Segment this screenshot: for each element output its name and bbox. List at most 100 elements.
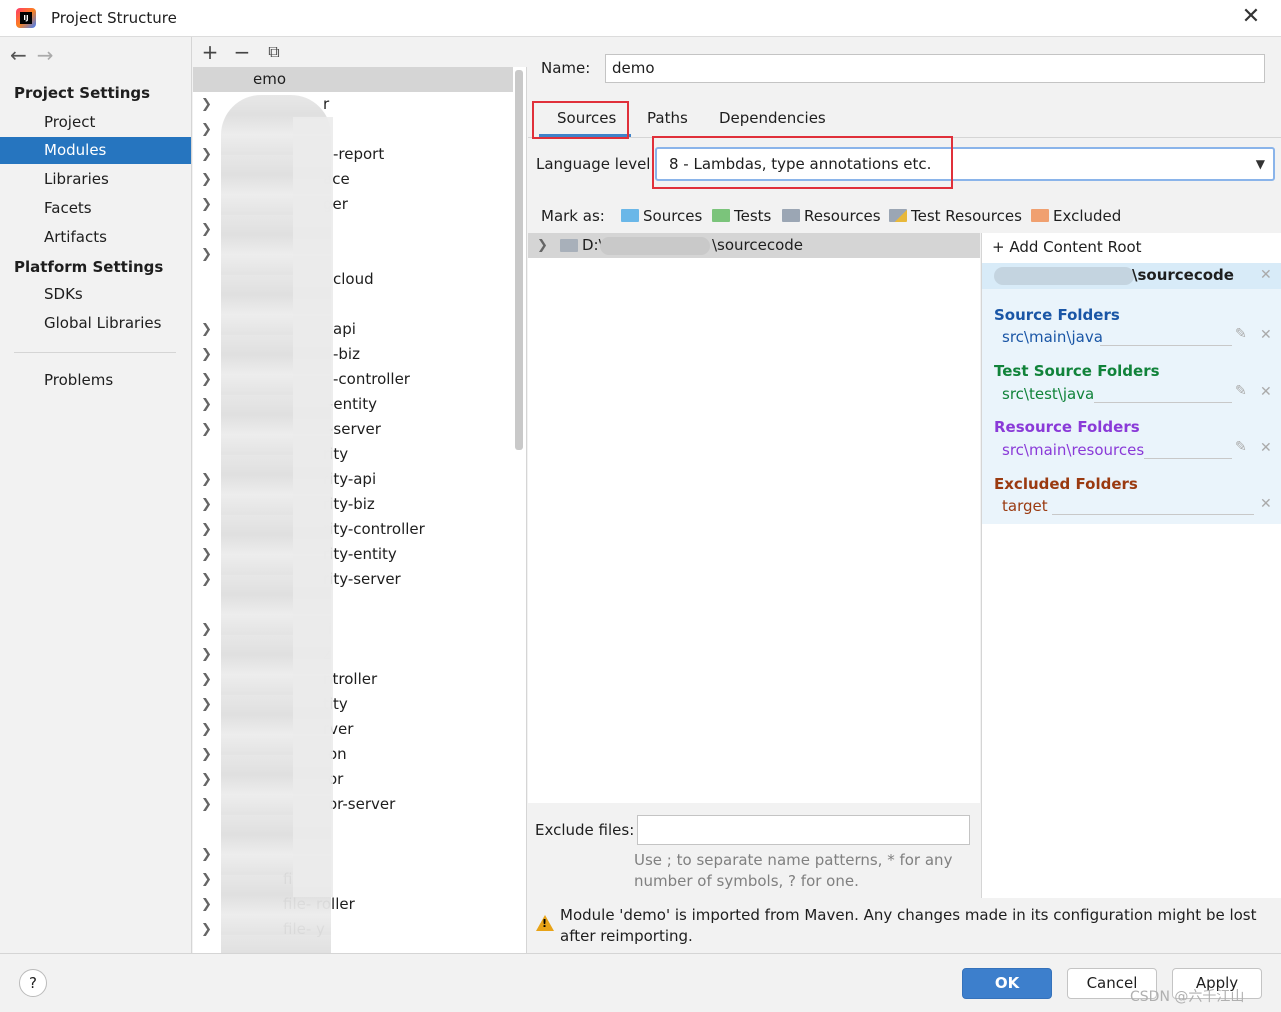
chevron-right-icon[interactable]: ❯ — [201, 217, 212, 242]
chevron-right-icon[interactable]: ❯ — [201, 667, 212, 692]
module-label: cloud — [333, 270, 374, 288]
chevron-right-icon[interactable]: ❯ — [201, 917, 212, 942]
mark-as-tests-button[interactable]: Tests — [712, 207, 771, 225]
copy-icon[interactable]: ⧉ — [263, 40, 285, 64]
watermark: CSDN @六千江山 — [1130, 989, 1245, 1005]
exclude-files-input[interactable] — [637, 815, 970, 845]
remove-root-icon[interactable]: ✕ — [1260, 267, 1272, 283]
chevron-right-icon[interactable]: ❯ — [537, 233, 548, 258]
module-row-selected[interactable]: emo — [193, 67, 513, 92]
resources-folder-icon — [782, 209, 800, 222]
mark-as-label: Mark as: — [541, 207, 605, 225]
module-label: -biz — [333, 345, 360, 363]
module-label: rity-server — [323, 570, 401, 588]
divider — [1094, 402, 1232, 403]
chevron-right-icon[interactable]: ❯ — [201, 142, 212, 167]
tab-paths[interactable]: Paths — [647, 109, 688, 127]
chevron-right-icon[interactable]: ❯ — [201, 167, 212, 192]
excluded-folder-icon — [1031, 209, 1049, 222]
chevron-right-icon[interactable]: ❯ — [201, 317, 212, 342]
tab-dependencies[interactable]: Dependencies — [719, 109, 826, 127]
platform-settings-heading: Platform Settings — [14, 258, 164, 276]
mark-as-tests-label: Tests — [734, 207, 772, 225]
module-label: emo — [253, 70, 287, 88]
forward-arrow-icon[interactable]: → — [37, 43, 54, 67]
chevron-right-icon[interactable]: ❯ — [201, 767, 212, 792]
maven-warning-line2: after reimporting. — [560, 927, 693, 945]
dialog-button-bar: ? OK Cancel Apply CSDN @六千江山 — [0, 953, 1281, 1012]
nav-item-project[interactable]: Project — [0, 109, 191, 136]
exclude-hint-line2: number of symbols, ? for one. — [634, 872, 859, 890]
add-icon[interactable]: + — [199, 40, 221, 64]
chevron-right-icon[interactable]: ❯ — [201, 717, 212, 742]
edit-pencil-icon[interactable]: ✎ — [1235, 383, 1247, 399]
nav-item-facets[interactable]: Facets — [0, 195, 191, 222]
chevron-right-icon[interactable]: ❯ — [201, 892, 212, 917]
chevron-right-icon[interactable]: ❯ — [201, 692, 212, 717]
content-roots-panel: + Add Content Root \sourcecode ✕ Source … — [981, 233, 1281, 898]
edit-pencil-icon[interactable]: ✎ — [1235, 439, 1247, 455]
chevron-right-icon[interactable]: ❯ — [201, 842, 212, 867]
help-button[interactable]: ? — [19, 969, 47, 997]
sources-folder-icon — [621, 209, 639, 222]
nav-item-problems[interactable]: Problems — [0, 367, 191, 394]
intellij-app-icon: IJ — [16, 8, 36, 28]
module-label: rity-entity — [323, 545, 397, 563]
content-root-tree: ❯ D:\ \sourcecode — [528, 233, 980, 803]
source-folder-path: src\main\java — [1002, 328, 1103, 346]
chevron-right-icon[interactable]: ❯ — [201, 567, 212, 592]
chevron-right-icon[interactable]: ❯ — [201, 742, 212, 767]
chevron-right-icon[interactable]: ❯ — [201, 367, 212, 392]
mark-as-excluded-button[interactable]: Excluded — [1031, 207, 1121, 225]
chevron-right-icon[interactable]: ❯ — [201, 517, 212, 542]
ok-button[interactable]: OK — [962, 968, 1052, 999]
nav-item-global-libraries[interactable]: Global Libraries — [0, 310, 191, 337]
divider — [1052, 514, 1254, 515]
mark-as-resources-button[interactable]: Resources — [782, 207, 881, 225]
chevron-right-icon[interactable]: ❯ — [201, 342, 212, 367]
mark-as-test-resources-label: Test Resources — [911, 207, 1022, 225]
nav-item-modules[interactable]: Modules — [0, 137, 191, 164]
chevron-right-icon[interactable]: ❯ — [201, 867, 212, 892]
back-arrow-icon[interactable]: ← — [10, 43, 27, 67]
close-icon[interactable]: ✕ — [1239, 5, 1263, 29]
maven-warning-line1: Module 'demo' is imported from Maven. An… — [560, 906, 1257, 924]
redacted-root-path — [994, 267, 1134, 285]
remove-folder-icon[interactable]: ✕ — [1260, 384, 1272, 400]
redacted-module-names — [293, 117, 333, 897]
chevron-right-icon[interactable]: ❯ — [201, 492, 212, 517]
module-list-scrollbar[interactable] — [515, 70, 523, 450]
chevron-right-icon[interactable]: ❯ — [201, 417, 212, 442]
mark-as-sources-button[interactable]: Sources — [621, 207, 702, 225]
remove-icon[interactable]: − — [231, 40, 253, 64]
content-root-row[interactable]: ❯ D:\ \sourcecode — [528, 233, 980, 258]
test-source-folder-path: src\test\java — [1002, 385, 1095, 403]
chevron-right-icon[interactable]: ❯ — [201, 92, 212, 117]
nav-item-sdks[interactable]: SDKs — [0, 281, 191, 308]
nav-divider — [14, 352, 176, 353]
chevron-right-icon[interactable]: ❯ — [201, 542, 212, 567]
chevron-right-icon[interactable]: ❯ — [201, 467, 212, 492]
chevron-right-icon[interactable]: ❯ — [201, 792, 212, 817]
exclude-hint-line1: Use ; to separate name patterns, * for a… — [634, 851, 953, 869]
module-name-input[interactable]: demo — [605, 54, 1265, 83]
remove-folder-icon[interactable]: ✕ — [1260, 327, 1272, 343]
mark-as-test-resources-button[interactable]: Test Resources — [889, 207, 1022, 225]
resource-folder-path: src\main\resources — [1002, 441, 1145, 459]
chevron-right-icon[interactable]: ❯ — [201, 242, 212, 267]
chevron-right-icon[interactable]: ❯ — [201, 117, 212, 142]
remove-folder-icon[interactable]: ✕ — [1260, 496, 1272, 512]
mark-as-excluded-label: Excluded — [1053, 207, 1122, 225]
chevron-right-icon[interactable]: ❯ — [201, 392, 212, 417]
remove-folder-icon[interactable]: ✕ — [1260, 440, 1272, 456]
add-content-root-button[interactable]: + Add Content Root — [992, 238, 1142, 256]
edit-pencil-icon[interactable]: ✎ — [1235, 326, 1247, 342]
chevron-right-icon[interactable]: ❯ — [201, 192, 212, 217]
nav-item-artifacts[interactable]: Artifacts — [0, 224, 191, 251]
folder-icon — [560, 239, 578, 252]
chevron-right-icon[interactable]: ❯ — [201, 642, 212, 667]
content-root-name: \sourcecode — [1132, 266, 1234, 284]
divider — [1144, 458, 1232, 459]
nav-item-libraries[interactable]: Libraries — [0, 166, 191, 193]
chevron-right-icon[interactable]: ❯ — [201, 617, 212, 642]
